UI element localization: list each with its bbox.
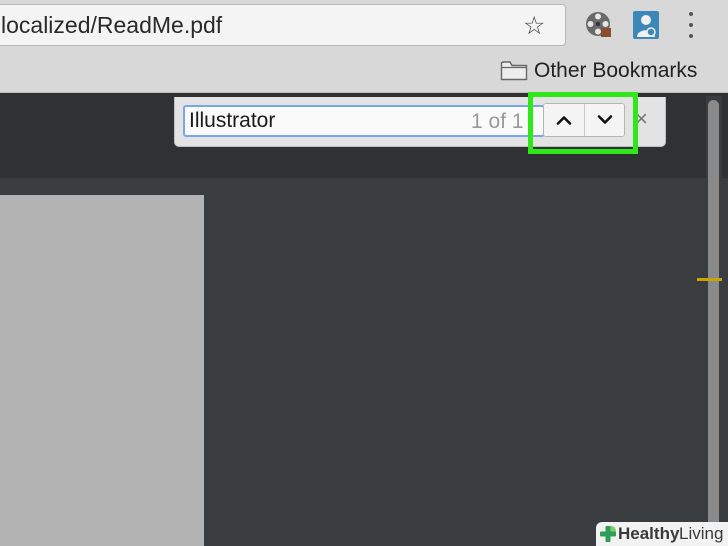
match-count: 1 of 1 xyxy=(471,110,524,133)
search-result-marker xyxy=(697,278,722,281)
plus-leaf-icon xyxy=(600,526,616,542)
person-badge-icon[interactable] xyxy=(633,11,659,39)
pdf-page xyxy=(0,195,204,546)
watermark-brand: Healthy xyxy=(618,524,680,543)
watermark: Healthy Living xyxy=(596,522,728,546)
vertical-dots-icon[interactable] xyxy=(681,9,701,41)
highlight-box xyxy=(528,92,638,154)
star-icon[interactable]: ☆ xyxy=(523,12,545,40)
address-bar-url[interactable]: localized/ReadMe.pdf xyxy=(1,12,222,39)
folder-icon[interactable] xyxy=(500,59,528,81)
other-bookmarks-link[interactable]: Other Bookmarks xyxy=(534,59,697,83)
browser-toolbar: localized/ReadMe.pdf ☆ xyxy=(0,0,728,56)
address-bar[interactable]: localized/ReadMe.pdf ☆ xyxy=(0,4,566,46)
film-reel-icon[interactable] xyxy=(584,10,612,38)
scrollbar-thumb[interactable] xyxy=(708,100,719,546)
watermark-suffix: Living xyxy=(679,524,724,543)
bookmarks-bar: Other Bookmarks xyxy=(0,56,728,93)
